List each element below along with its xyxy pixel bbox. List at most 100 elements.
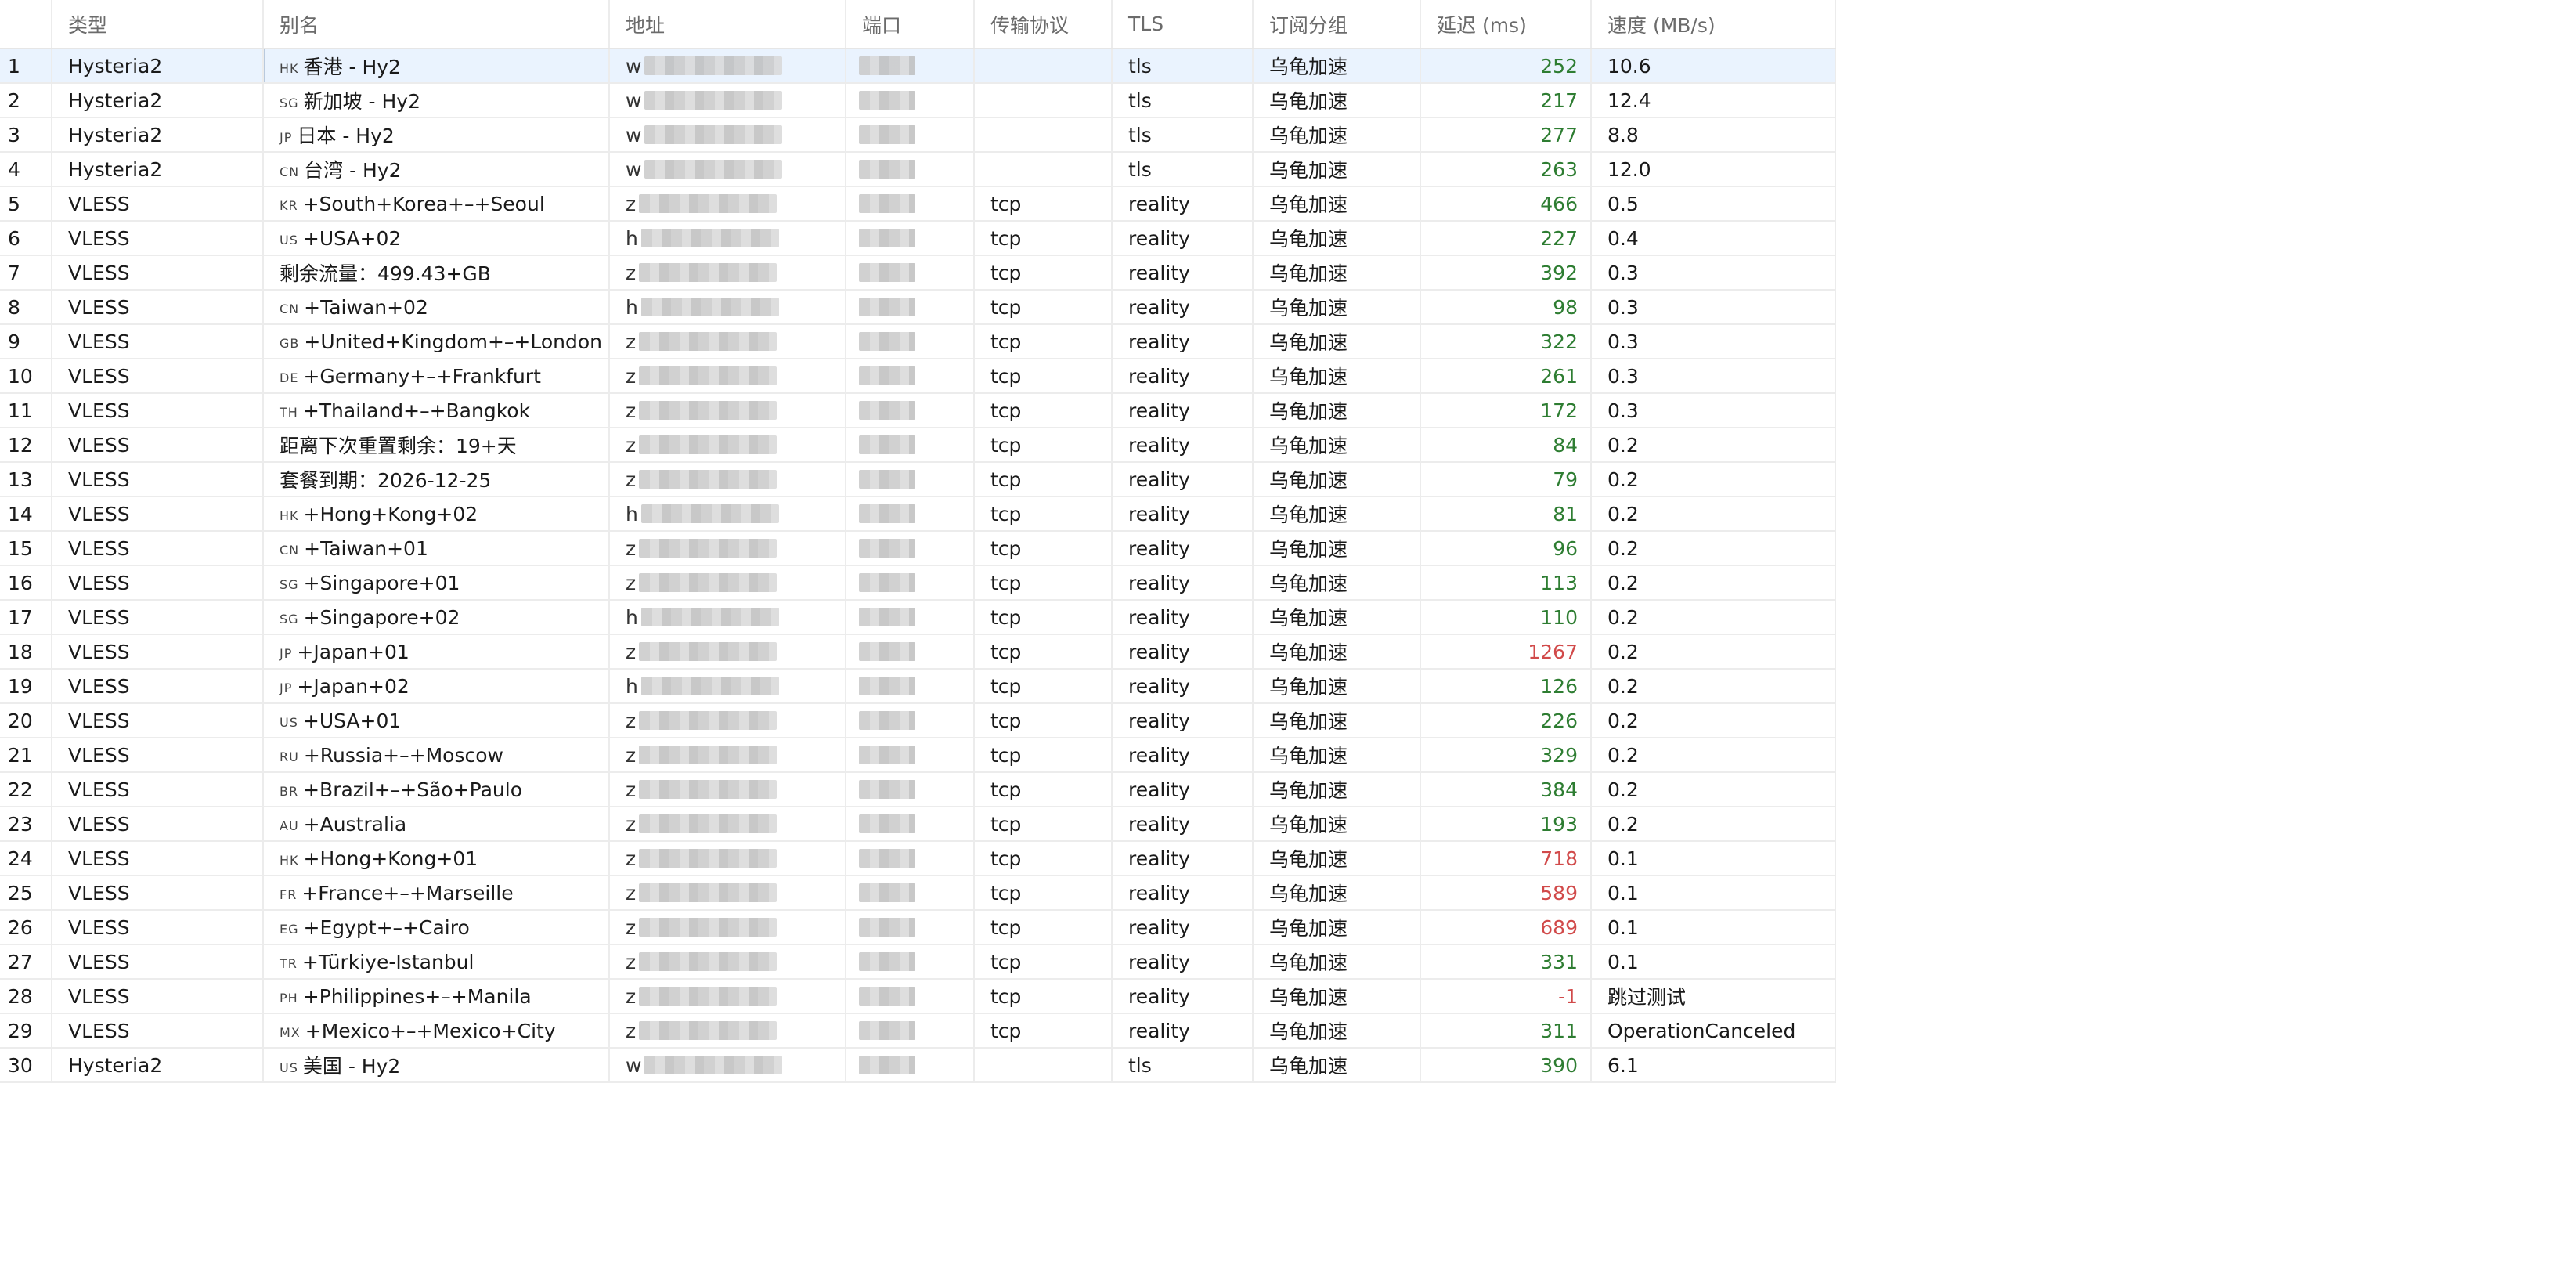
table-row[interactable]: 27 VLESS TR +Türkiye-Istanbul z tcp reality 乌龟加… [0,944,1836,980]
address-visible-char: z [626,709,637,732]
row-index: 17 [0,600,52,635]
cell-speed: 0.2 [1591,738,1836,773]
cell-speed: 0.1 [1591,876,1836,911]
cell-group: 乌龟加速 [1253,49,1421,84]
row-index: 19 [0,669,52,704]
address-redacted [639,849,777,868]
country-flag-icon: SG [280,96,299,110]
table-row[interactable]: 30 Hysteria2 US 美国 - Hy2 w tls 乌龟加速 390 6.1 [0,1048,1836,1083]
cell-latency: 329 [1420,738,1592,773]
cell-transport: tcp [974,393,1113,428]
table-row[interactable]: 3 Hysteria2 JP 日本 - Hy2 w tls 乌龟加速 277 8.8 [0,117,1836,153]
table-row[interactable]: 5 VLESS KR +South+Korea+–+Seoul z tcp reality 乌… [0,186,1836,222]
cell-transport [974,83,1113,118]
table-row[interactable]: 15 VLESS CN +Taiwan+01 z tcp reality 乌龟加速 96 0.2 [0,531,1836,566]
table-row[interactable]: 19 VLESS JP +Japan+02 h tcp reality 乌龟加速 126 0.2 [0,669,1836,704]
row-index: 26 [0,910,52,945]
cell-transport: tcp [974,324,1113,359]
table-row[interactable]: 29 VLESS MX +Mexico+–+Mexico+City z tcp realit… [0,1013,1836,1049]
alias-text: 日本 - Hy2 [297,125,395,147]
table-row[interactable]: 24 VLESS HK +Hong+Kong+01 z tcp reality 乌龟加速 718… [0,841,1836,876]
cell-tls: reality [1112,324,1254,359]
row-index: 4 [0,152,52,187]
header-port[interactable]: 端口 [846,0,975,49]
table-row[interactable]: 10 VLESS DE +Germany+–+Frankfurt z tcp reality… [0,359,1836,394]
cell-transport: tcp [974,876,1113,911]
table-row[interactable]: 12 VLESS 距离下次重置剩余：19+天 z tcp reality 乌龟加速 84 0.2 [0,428,1836,463]
table-row[interactable]: 25 VLESS FR +France+–+Marseille z tcp reality 乌… [0,876,1836,911]
address-visible-char: w [626,88,642,112]
address-redacted [639,332,777,351]
table-row[interactable]: 7 VLESS 剩余流量：499.43+GB z tcp reality 乌龟加速 392 0.… [0,255,1836,291]
table-row[interactable]: 18 VLESS JP +Japan+01 z tcp reality 乌龟加速 1267 0.2 [0,634,1836,670]
table-row[interactable]: 20 VLESS US +USA+01 z tcp reality 乌龟加速 226 0.2 [0,703,1836,738]
cell-tls: tls [1112,83,1254,118]
address-redacted [639,435,777,454]
cell-speed: 0.2 [1591,703,1836,738]
port-redacted [859,504,915,523]
table-row[interactable]: 11 VLESS TH +Thailand+–+Bangkok z tcp reality 乌… [0,393,1836,428]
address-visible-char: z [626,571,637,594]
table-row[interactable]: 14 VLESS HK +Hong+Kong+02 h tcp reality 乌龟加速 81 0… [0,496,1836,532]
table-row[interactable]: 21 VLESS RU +Russia+–+Moscow z tcp reality 乌龟加速… [0,738,1836,773]
header-transport[interactable]: 传输协议 [974,0,1113,49]
address-redacted [639,573,777,592]
cell-alias: JP +Japan+01 [263,634,610,670]
cell-port [846,772,975,807]
country-flag-icon: TH [280,404,298,420]
cell-type: VLESS [52,531,264,566]
table-row[interactable]: 1 Hysteria2 HK 香港 - Hy2 w tls 乌龟加速 252 10.6 [0,49,1836,84]
cell-transport [974,1048,1113,1083]
cell-port [846,807,975,842]
cell-type: Hysteria2 [52,1048,264,1083]
header-tls[interactable]: TLS [1112,0,1254,49]
row-index: 28 [0,979,52,1014]
cell-transport: tcp [974,428,1113,463]
table-row[interactable]: 28 VLESS PH +Philippines+–+Manila z tcp realit… [0,979,1836,1014]
header-address[interactable]: 地址 [609,0,846,49]
cell-latency: 110 [1420,600,1592,635]
table-row[interactable]: 26 VLESS EG +Egypt+–+Cairo z tcp reality 乌龟加速 68… [0,910,1836,945]
header-latency[interactable]: 延迟 (ms) [1420,0,1592,49]
table-row[interactable]: 16 VLESS SG +Singapore+01 z tcp reality 乌龟加速 113… [0,565,1836,601]
table-row[interactable]: 22 VLESS BR +Brazil+–+São+Paulo z tcp reality 乌… [0,772,1836,807]
cell-latency: 252 [1420,49,1592,84]
port-redacted [859,677,915,695]
row-index: 30 [0,1048,52,1083]
country-flag-icon: TR [280,955,298,971]
table-row[interactable]: 13 VLESS 套餐到期：2026-12-25 z tcp reality 乌龟加速 79 0… [0,462,1836,497]
table-row[interactable]: 6 VLESS US +USA+02 h tcp reality 乌龟加速 227 0.4 [0,221,1836,256]
cell-group: 乌龟加速 [1253,462,1421,497]
table-row[interactable]: 8 VLESS CN +Taiwan+02 h tcp reality 乌龟加速 98 0.3 [0,290,1836,325]
alias-text: 剩余流量：499.43+GB [280,262,491,285]
row-index: 13 [0,462,52,497]
header-speed[interactable]: 速度 (MB/s) [1591,0,1836,49]
table-row[interactable]: 4 Hysteria2 CN 台湾 - Hy2 w tls 乌龟加速 263 12.0 [0,152,1836,187]
cell-type: VLESS [52,428,264,463]
cell-address: z [609,1013,846,1049]
cell-transport [974,152,1113,187]
address-visible-char: z [626,778,637,801]
table-row[interactable]: 17 VLESS SG +Singapore+02 h tcp reality 乌龟加速 110… [0,600,1836,635]
table-row[interactable]: 23 VLESS AU +Australia z tcp reality 乌龟加速 193 0.2 [0,807,1836,842]
cell-group: 乌龟加速 [1253,428,1421,463]
table-row[interactable]: 9 VLESS GB +United+Kingdom+–+London z tcp real… [0,324,1836,359]
row-index: 11 [0,393,52,428]
cell-group: 乌龟加速 [1253,634,1421,670]
cell-speed: OperationCanceled [1591,1013,1836,1049]
header-group[interactable]: 订阅分组 [1253,0,1421,49]
header-alias[interactable]: 别名 [263,0,610,49]
cell-alias: KR +South+Korea+–+Seoul [263,186,610,222]
cell-transport: tcp [974,772,1113,807]
header-type[interactable]: 类型 [52,0,264,49]
cell-group: 乌龟加速 [1253,531,1421,566]
table-row[interactable]: 2 Hysteria2 SG 新加坡 - Hy2 w tls 乌龟加速 217 12.4 [0,83,1836,118]
address-visible-char: z [626,192,637,215]
port-redacted [859,883,915,902]
address-visible-char: h [626,295,638,319]
header-index[interactable] [0,0,52,49]
cell-latency: 79 [1420,462,1592,497]
cell-group: 乌龟加速 [1253,876,1421,911]
address-redacted [639,1021,777,1040]
cell-speed: 0.1 [1591,944,1836,980]
